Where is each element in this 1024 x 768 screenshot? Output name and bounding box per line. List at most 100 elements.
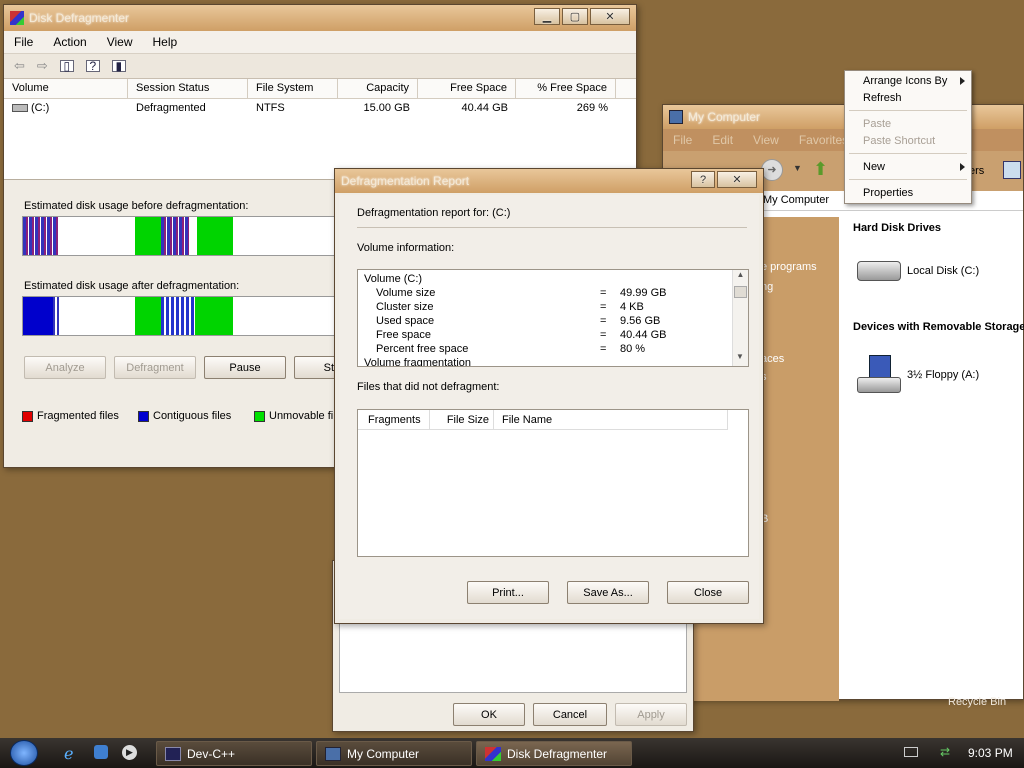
- scroll-up-icon[interactable]: ▲: [733, 270, 748, 284]
- scroll-down-icon[interactable]: ▼: [733, 352, 747, 366]
- col-file-name[interactable]: File Name: [494, 410, 728, 429]
- info-line-value: 9.56 GB: [620, 315, 661, 327]
- taskbar-disk-defragmenter[interactable]: Disk Defragmenter: [476, 741, 632, 766]
- col-fragments[interactable]: Fragments: [358, 410, 430, 429]
- menu-file[interactable]: File: [14, 35, 33, 49]
- info-line-value: 4 KB: [620, 301, 644, 313]
- defrag-titlebar[interactable]: Disk Defragmenter ▁ ▢ ✕: [4, 5, 636, 31]
- defragment-button: Defragment: [114, 356, 196, 379]
- local-disk-item[interactable]: Local Disk (C:): [857, 261, 979, 281]
- pct-cell: 269 %: [576, 102, 608, 114]
- menu-view[interactable]: View: [107, 35, 133, 49]
- col-file-size[interactable]: File Size: [430, 410, 494, 429]
- col-capacity[interactable]: Capacity: [338, 79, 418, 98]
- mc-left-text-3[interactable]: aces: [761, 353, 784, 365]
- info-line-label: Volume (C:): [364, 273, 423, 285]
- taskbar-devcpp-label: Dev-C++: [187, 746, 236, 761]
- close-button[interactable]: Close: [667, 581, 749, 604]
- report-close-icon[interactable]: ✕: [717, 171, 757, 188]
- show-hide-tree-icon[interactable]: ▯: [59, 59, 74, 73]
- save-as-button[interactable]: Save As...: [567, 581, 649, 604]
- report-title: Defragmentation Report: [341, 174, 470, 188]
- mc-left-text-1[interactable]: e programs: [761, 261, 817, 273]
- defrag-menubar: File Action View Help: [4, 31, 636, 53]
- col-session-status[interactable]: Session Status: [128, 79, 248, 98]
- volume-row[interactable]: (C:) Defragmented NTFS 15.00 GB 40.44 GB…: [4, 99, 636, 117]
- taskbar-my-computer-label: My Computer: [347, 746, 420, 761]
- cancel-button[interactable]: Cancel: [533, 703, 607, 726]
- volume-info-line: Free space = 40.44 GB: [358, 328, 748, 342]
- my-computer-title: My Computer: [688, 110, 761, 124]
- keyboard-tray-icon[interactable]: [904, 747, 918, 757]
- up-folder-icon[interactable]: ⬆: [813, 159, 828, 180]
- maximize-icon[interactable]: ▢: [562, 8, 588, 25]
- before-seg-unmovable-b: [197, 217, 233, 255]
- after-seg-contiguous-b: [53, 297, 61, 335]
- explorer-quicklaunch-icon[interactable]: [94, 745, 108, 759]
- col-pct-free[interactable]: % Free Space: [516, 79, 616, 98]
- media-quicklaunch-icon[interactable]: ▶: [122, 745, 137, 760]
- ctx-properties[interactable]: Properties: [863, 187, 913, 199]
- before-label: Estimated disk usage before defragmentat…: [24, 200, 249, 212]
- ctx-refresh[interactable]: Refresh: [863, 92, 902, 104]
- mc-menu-edit[interactable]: Edit: [712, 133, 733, 147]
- menu-action[interactable]: Action: [53, 35, 86, 49]
- hard-disk-header: Hard Disk Drives: [853, 222, 942, 234]
- clock[interactable]: 9:03 PM: [968, 746, 1013, 760]
- ie-quicklaunch-icon[interactable]: ℯ: [64, 744, 73, 764]
- forward-icon[interactable]: ⇨: [37, 58, 48, 74]
- col-volume[interactable]: Volume: [4, 79, 128, 98]
- info-line-value: 40.44 GB: [620, 329, 667, 341]
- after-seg-unmovable-a: [135, 297, 161, 335]
- ctx-arrange-icons[interactable]: Arrange Icons By: [863, 75, 947, 87]
- scroll-thumb[interactable]: [734, 286, 747, 298]
- print-button[interactable]: Print...: [467, 581, 549, 604]
- pause-button[interactable]: Pause: [204, 356, 286, 379]
- legend-contiguous: Contiguous files: [138, 410, 231, 422]
- ok-button[interactable]: OK: [453, 703, 525, 726]
- help-icon[interactable]: ?: [691, 171, 715, 188]
- legend-contiguous-label: Contiguous files: [153, 410, 232, 422]
- report-separator: [357, 227, 747, 228]
- recycle-bin-label[interactable]: Recycle Bin: [948, 696, 1006, 708]
- taskbar: ℯ ▶ Dev-C++ My Computer Disk Defragmente…: [0, 738, 1024, 768]
- analyze-button: Analyze: [24, 356, 106, 379]
- before-seg-fragmented-b: [161, 217, 189, 255]
- hard-drive-icon: [857, 261, 901, 281]
- info-line-equals: =: [600, 343, 607, 355]
- ctx-separator: [849, 153, 967, 154]
- forward-icon[interactable]: ➜: [761, 159, 783, 181]
- floppy-item[interactable]: 3½ Floppy (A:): [857, 355, 979, 395]
- after-usage-bar: [22, 296, 342, 336]
- menu-help[interactable]: Help: [153, 35, 178, 49]
- volume-name: (C:): [31, 102, 50, 114]
- back-icon[interactable]: ⇦: [14, 58, 25, 74]
- status-cell: Defragmented: [136, 102, 206, 114]
- info-line-label: Free space: [376, 329, 432, 341]
- close-icon[interactable]: ✕: [590, 8, 630, 25]
- dropdown-icon[interactable]: ▼: [793, 163, 802, 173]
- volume-info-box[interactable]: Volume (C:) Volume size = 49.99 GB Cluster s…: [357, 269, 749, 367]
- ctx-new[interactable]: New: [863, 161, 885, 173]
- col-file-system[interactable]: File System: [248, 79, 338, 98]
- help-topic-icon[interactable]: ?: [85, 59, 100, 73]
- mc-menu-file[interactable]: File: [673, 133, 692, 147]
- minimize-icon[interactable]: ▁: [534, 8, 560, 25]
- volume-info-scrollbar[interactable]: ▲ ▼: [732, 270, 748, 366]
- computer-icon: [325, 746, 341, 761]
- taskbar-my-computer[interactable]: My Computer: [316, 741, 472, 766]
- not-defrag-list[interactable]: Fragments File Size File Name: [357, 409, 749, 557]
- start-orb-icon[interactable]: [10, 740, 38, 766]
- console-tree-icon[interactable]: ▮: [111, 59, 126, 73]
- mc-menu-view[interactable]: View: [753, 133, 779, 147]
- col-free-space[interactable]: Free Space: [418, 79, 516, 98]
- volume-info-line: Volume size = 49.99 GB: [358, 286, 748, 300]
- computer-icon: [669, 110, 683, 124]
- view-icon[interactable]: [1003, 161, 1021, 179]
- taskbar-devcpp[interactable]: Dev-C++: [156, 741, 312, 766]
- mc-menu-favorites[interactable]: Favorites: [799, 133, 848, 147]
- report-titlebar[interactable]: Defragmentation Report ? ✕: [335, 169, 763, 193]
- floppy-label: 3½ Floppy (A:): [907, 369, 980, 381]
- volume-info-lines: Volume (C:) Volume size = 49.99 GB Cluster s…: [358, 270, 748, 366]
- network-tray-icon[interactable]: ⇄: [940, 745, 950, 759]
